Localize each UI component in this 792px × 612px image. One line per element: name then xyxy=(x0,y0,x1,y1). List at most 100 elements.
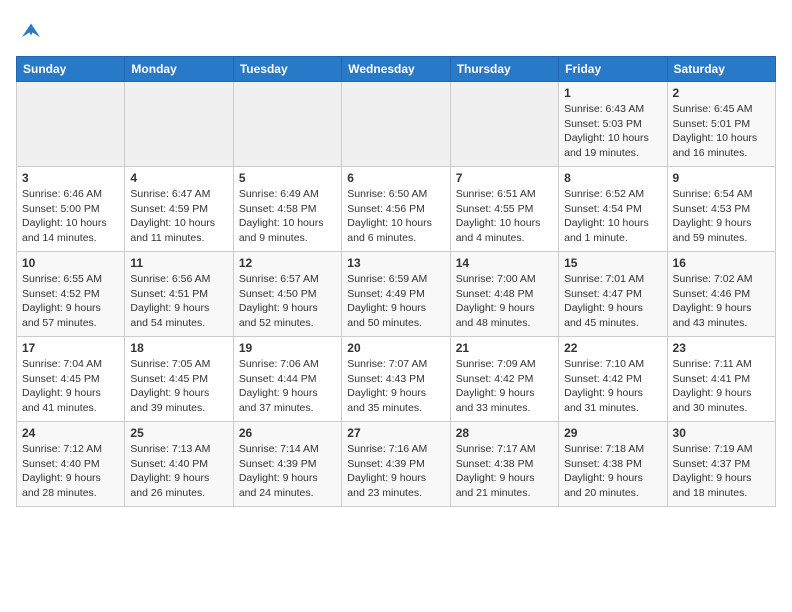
calendar-cell: 27 Sunrise: 7:16 AM Sunset: 4:39 PM Dayli… xyxy=(342,422,450,507)
calendar-cell: 29 Sunrise: 7:18 AM Sunset: 4:38 PM Dayli… xyxy=(559,422,667,507)
day-info: Sunrise: 7:04 AM Sunset: 4:45 PM Dayligh… xyxy=(22,357,119,416)
day-number: 12 xyxy=(239,256,336,270)
calendar-cell: 18 Sunrise: 7:05 AM Sunset: 4:45 PM Dayli… xyxy=(125,337,233,422)
calendar-week-5: 24 Sunrise: 7:12 AM Sunset: 4:40 PM Dayli… xyxy=(17,422,776,507)
day-info: Sunrise: 7:10 AM Sunset: 4:42 PM Dayligh… xyxy=(564,357,661,416)
day-number: 8 xyxy=(564,171,661,185)
day-info: Sunrise: 6:46 AM Sunset: 5:00 PM Dayligh… xyxy=(22,187,119,246)
calendar-cell: 4 Sunrise: 6:47 AM Sunset: 4:59 PM Daylig… xyxy=(125,167,233,252)
calendar-cell: 20Sunrise: 7:07 AM Sunset: 4:43 PM Dayli… xyxy=(342,337,450,422)
day-number: 23 xyxy=(673,341,770,355)
weekday-header-sunday: Sunday xyxy=(17,57,125,82)
calendar-cell: 6 Sunrise: 6:50 AM Sunset: 4:56 PM Daylig… xyxy=(342,167,450,252)
day-number: 16 xyxy=(673,256,770,270)
day-info: Sunrise: 6:50 AM Sunset: 4:56 PM Dayligh… xyxy=(347,187,444,246)
calendar-cell: 7 Sunrise: 6:51 AM Sunset: 4:55 PM Daylig… xyxy=(450,167,558,252)
day-info: Sunrise: 7:13 AM Sunset: 4:40 PM Dayligh… xyxy=(130,442,227,501)
calendar-cell: 25 Sunrise: 7:13 AM Sunset: 4:40 PM Dayli… xyxy=(125,422,233,507)
calendar-week-4: 17 Sunrise: 7:04 AM Sunset: 4:45 PM Dayli… xyxy=(17,337,776,422)
calendar-cell: 28 Sunrise: 7:17 AM Sunset: 4:38 PM Dayli… xyxy=(450,422,558,507)
day-info: Sunrise: 6:59 AM Sunset: 4:49 PM Dayligh… xyxy=(347,272,444,331)
day-info: Sunrise: 6:55 AM Sunset: 4:52 PM Dayligh… xyxy=(22,272,119,331)
calendar-cell: 9Sunrise: 6:54 AM Sunset: 4:53 PM Daylig… xyxy=(667,167,775,252)
day-info: Sunrise: 6:43 AM Sunset: 5:03 PM Dayligh… xyxy=(564,102,661,161)
day-number: 27 xyxy=(347,426,444,440)
calendar-cell: 26 Sunrise: 7:14 AM Sunset: 4:39 PM Dayli… xyxy=(233,422,341,507)
calendar-cell: 10 Sunrise: 6:55 AM Sunset: 4:52 PM Dayli… xyxy=(17,252,125,337)
day-info: Sunrise: 7:00 AM Sunset: 4:48 PM Dayligh… xyxy=(456,272,553,331)
day-number: 10 xyxy=(22,256,119,270)
calendar-cell: 22 Sunrise: 7:10 AM Sunset: 4:42 PM Dayli… xyxy=(559,337,667,422)
day-number: 4 xyxy=(130,171,227,185)
calendar-cell: 2 Sunrise: 6:45 AM Sunset: 5:01 PM Daylig… xyxy=(667,82,775,167)
day-number: 6 xyxy=(347,171,444,185)
day-info: Sunrise: 7:14 AM Sunset: 4:39 PM Dayligh… xyxy=(239,442,336,501)
day-info: Sunrise: 7:09 AM Sunset: 4:42 PM Dayligh… xyxy=(456,357,553,416)
day-number: 22 xyxy=(564,341,661,355)
day-number: 13 xyxy=(347,256,444,270)
calendar-cell: 11 Sunrise: 6:56 AM Sunset: 4:51 PM Dayli… xyxy=(125,252,233,337)
calendar-week-2: 3Sunrise: 6:46 AM Sunset: 5:00 PM Daylig… xyxy=(17,167,776,252)
weekday-header-row: SundayMondayTuesdayWednesdayThursdayFrid… xyxy=(17,57,776,82)
calendar-week-3: 10 Sunrise: 6:55 AM Sunset: 4:52 PM Dayli… xyxy=(17,252,776,337)
calendar-cell: 16 Sunrise: 7:02 AM Sunset: 4:46 PM Dayli… xyxy=(667,252,775,337)
calendar-cell xyxy=(17,82,125,167)
day-number: 30 xyxy=(673,426,770,440)
day-number: 11 xyxy=(130,256,227,270)
logo xyxy=(16,16,50,46)
calendar-header: SundayMondayTuesdayWednesdayThursdayFrid… xyxy=(17,57,776,82)
day-info: Sunrise: 7:12 AM Sunset: 4:40 PM Dayligh… xyxy=(22,442,119,501)
day-number: 2 xyxy=(673,86,770,100)
day-info: Sunrise: 7:02 AM Sunset: 4:46 PM Dayligh… xyxy=(673,272,770,331)
day-info: Sunrise: 7:06 AM Sunset: 4:44 PM Dayligh… xyxy=(239,357,336,416)
day-number: 25 xyxy=(130,426,227,440)
weekday-header-thursday: Thursday xyxy=(450,57,558,82)
calendar-cell: 19 Sunrise: 7:06 AM Sunset: 4:44 PM Dayli… xyxy=(233,337,341,422)
logo-icon xyxy=(16,16,46,46)
day-info: Sunrise: 7:16 AM Sunset: 4:39 PM Dayligh… xyxy=(347,442,444,501)
calendar-table: SundayMondayTuesdayWednesdayThursdayFrid… xyxy=(16,56,776,507)
day-number: 5 xyxy=(239,171,336,185)
calendar-cell: 17 Sunrise: 7:04 AM Sunset: 4:45 PM Dayli… xyxy=(17,337,125,422)
day-number: 28 xyxy=(456,426,553,440)
day-number: 26 xyxy=(239,426,336,440)
calendar-cell: 13 Sunrise: 6:59 AM Sunset: 4:49 PM Dayli… xyxy=(342,252,450,337)
page-header xyxy=(16,16,776,46)
calendar-week-1: 1 Sunrise: 6:43 AM Sunset: 5:03 PM Daylig… xyxy=(17,82,776,167)
day-number: 19 xyxy=(239,341,336,355)
calendar-cell: 14 Sunrise: 7:00 AM Sunset: 4:48 PM Dayli… xyxy=(450,252,558,337)
day-info: Sunrise: 6:51 AM Sunset: 4:55 PM Dayligh… xyxy=(456,187,553,246)
calendar-cell: 15 Sunrise: 7:01 AM Sunset: 4:47 PM Dayli… xyxy=(559,252,667,337)
day-info: Sunrise: 6:56 AM Sunset: 4:51 PM Dayligh… xyxy=(130,272,227,331)
day-info: Sunrise: 6:49 AM Sunset: 4:58 PM Dayligh… xyxy=(239,187,336,246)
calendar-cell: 5 Sunrise: 6:49 AM Sunset: 4:58 PM Daylig… xyxy=(233,167,341,252)
day-number: 9 xyxy=(673,171,770,185)
calendar-cell: 30Sunrise: 7:19 AM Sunset: 4:37 PM Dayli… xyxy=(667,422,775,507)
weekday-header-tuesday: Tuesday xyxy=(233,57,341,82)
calendar-cell xyxy=(233,82,341,167)
calendar-cell xyxy=(125,82,233,167)
day-info: Sunrise: 7:18 AM Sunset: 4:38 PM Dayligh… xyxy=(564,442,661,501)
weekday-header-wednesday: Wednesday xyxy=(342,57,450,82)
calendar-cell: 8Sunrise: 6:52 AM Sunset: 4:54 PM Daylig… xyxy=(559,167,667,252)
day-info: Sunrise: 7:05 AM Sunset: 4:45 PM Dayligh… xyxy=(130,357,227,416)
day-number: 7 xyxy=(456,171,553,185)
day-number: 20 xyxy=(347,341,444,355)
day-number: 21 xyxy=(456,341,553,355)
day-number: 1 xyxy=(564,86,661,100)
calendar-cell: 23Sunrise: 7:11 AM Sunset: 4:41 PM Dayli… xyxy=(667,337,775,422)
day-number: 29 xyxy=(564,426,661,440)
day-number: 14 xyxy=(456,256,553,270)
day-info: Sunrise: 7:17 AM Sunset: 4:38 PM Dayligh… xyxy=(456,442,553,501)
day-number: 17 xyxy=(22,341,119,355)
day-info: Sunrise: 7:01 AM Sunset: 4:47 PM Dayligh… xyxy=(564,272,661,331)
calendar-cell: 24 Sunrise: 7:12 AM Sunset: 4:40 PM Dayli… xyxy=(17,422,125,507)
day-info: Sunrise: 6:57 AM Sunset: 4:50 PM Dayligh… xyxy=(239,272,336,331)
day-number: 24 xyxy=(22,426,119,440)
day-number: 15 xyxy=(564,256,661,270)
day-number: 18 xyxy=(130,341,227,355)
day-info: Sunrise: 6:45 AM Sunset: 5:01 PM Dayligh… xyxy=(673,102,770,161)
calendar-cell: 21 Sunrise: 7:09 AM Sunset: 4:42 PM Dayli… xyxy=(450,337,558,422)
calendar-cell: 12 Sunrise: 6:57 AM Sunset: 4:50 PM Dayli… xyxy=(233,252,341,337)
day-info: Sunrise: 6:47 AM Sunset: 4:59 PM Dayligh… xyxy=(130,187,227,246)
